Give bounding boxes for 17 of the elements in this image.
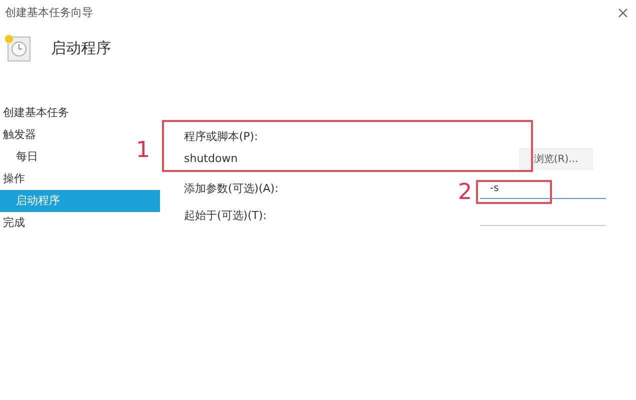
annotation-number: 2 bbox=[458, 182, 472, 204]
field-label: 程序或脚本(P): bbox=[184, 129, 259, 145]
field-label: 起始于(可选)(T): bbox=[184, 208, 267, 224]
sidebar-item[interactable]: 操作 bbox=[0, 168, 25, 190]
close-icon bbox=[616, 6, 630, 20]
field-label: 添加参数(可选)(A): bbox=[184, 181, 278, 197]
clock-icon bbox=[3, 34, 31, 62]
input-field[interactable]: -s bbox=[480, 179, 606, 199]
sidebar-item[interactable]: 创建基本任务 bbox=[0, 102, 69, 124]
sidebar-item[interactable]: 每日 bbox=[0, 146, 38, 168]
page-heading: 启动程序 bbox=[51, 38, 111, 59]
browse-button[interactable]: 浏览(R)... bbox=[519, 148, 593, 170]
window-title: 创建基本任务向导 bbox=[5, 5, 93, 21]
annotation-number: 1 bbox=[136, 140, 150, 162]
sidebar-item[interactable]: 触发器 bbox=[0, 124, 36, 146]
program-value: shutdown bbox=[184, 151, 239, 167]
sidebar-item[interactable]: 完成 bbox=[0, 212, 25, 234]
